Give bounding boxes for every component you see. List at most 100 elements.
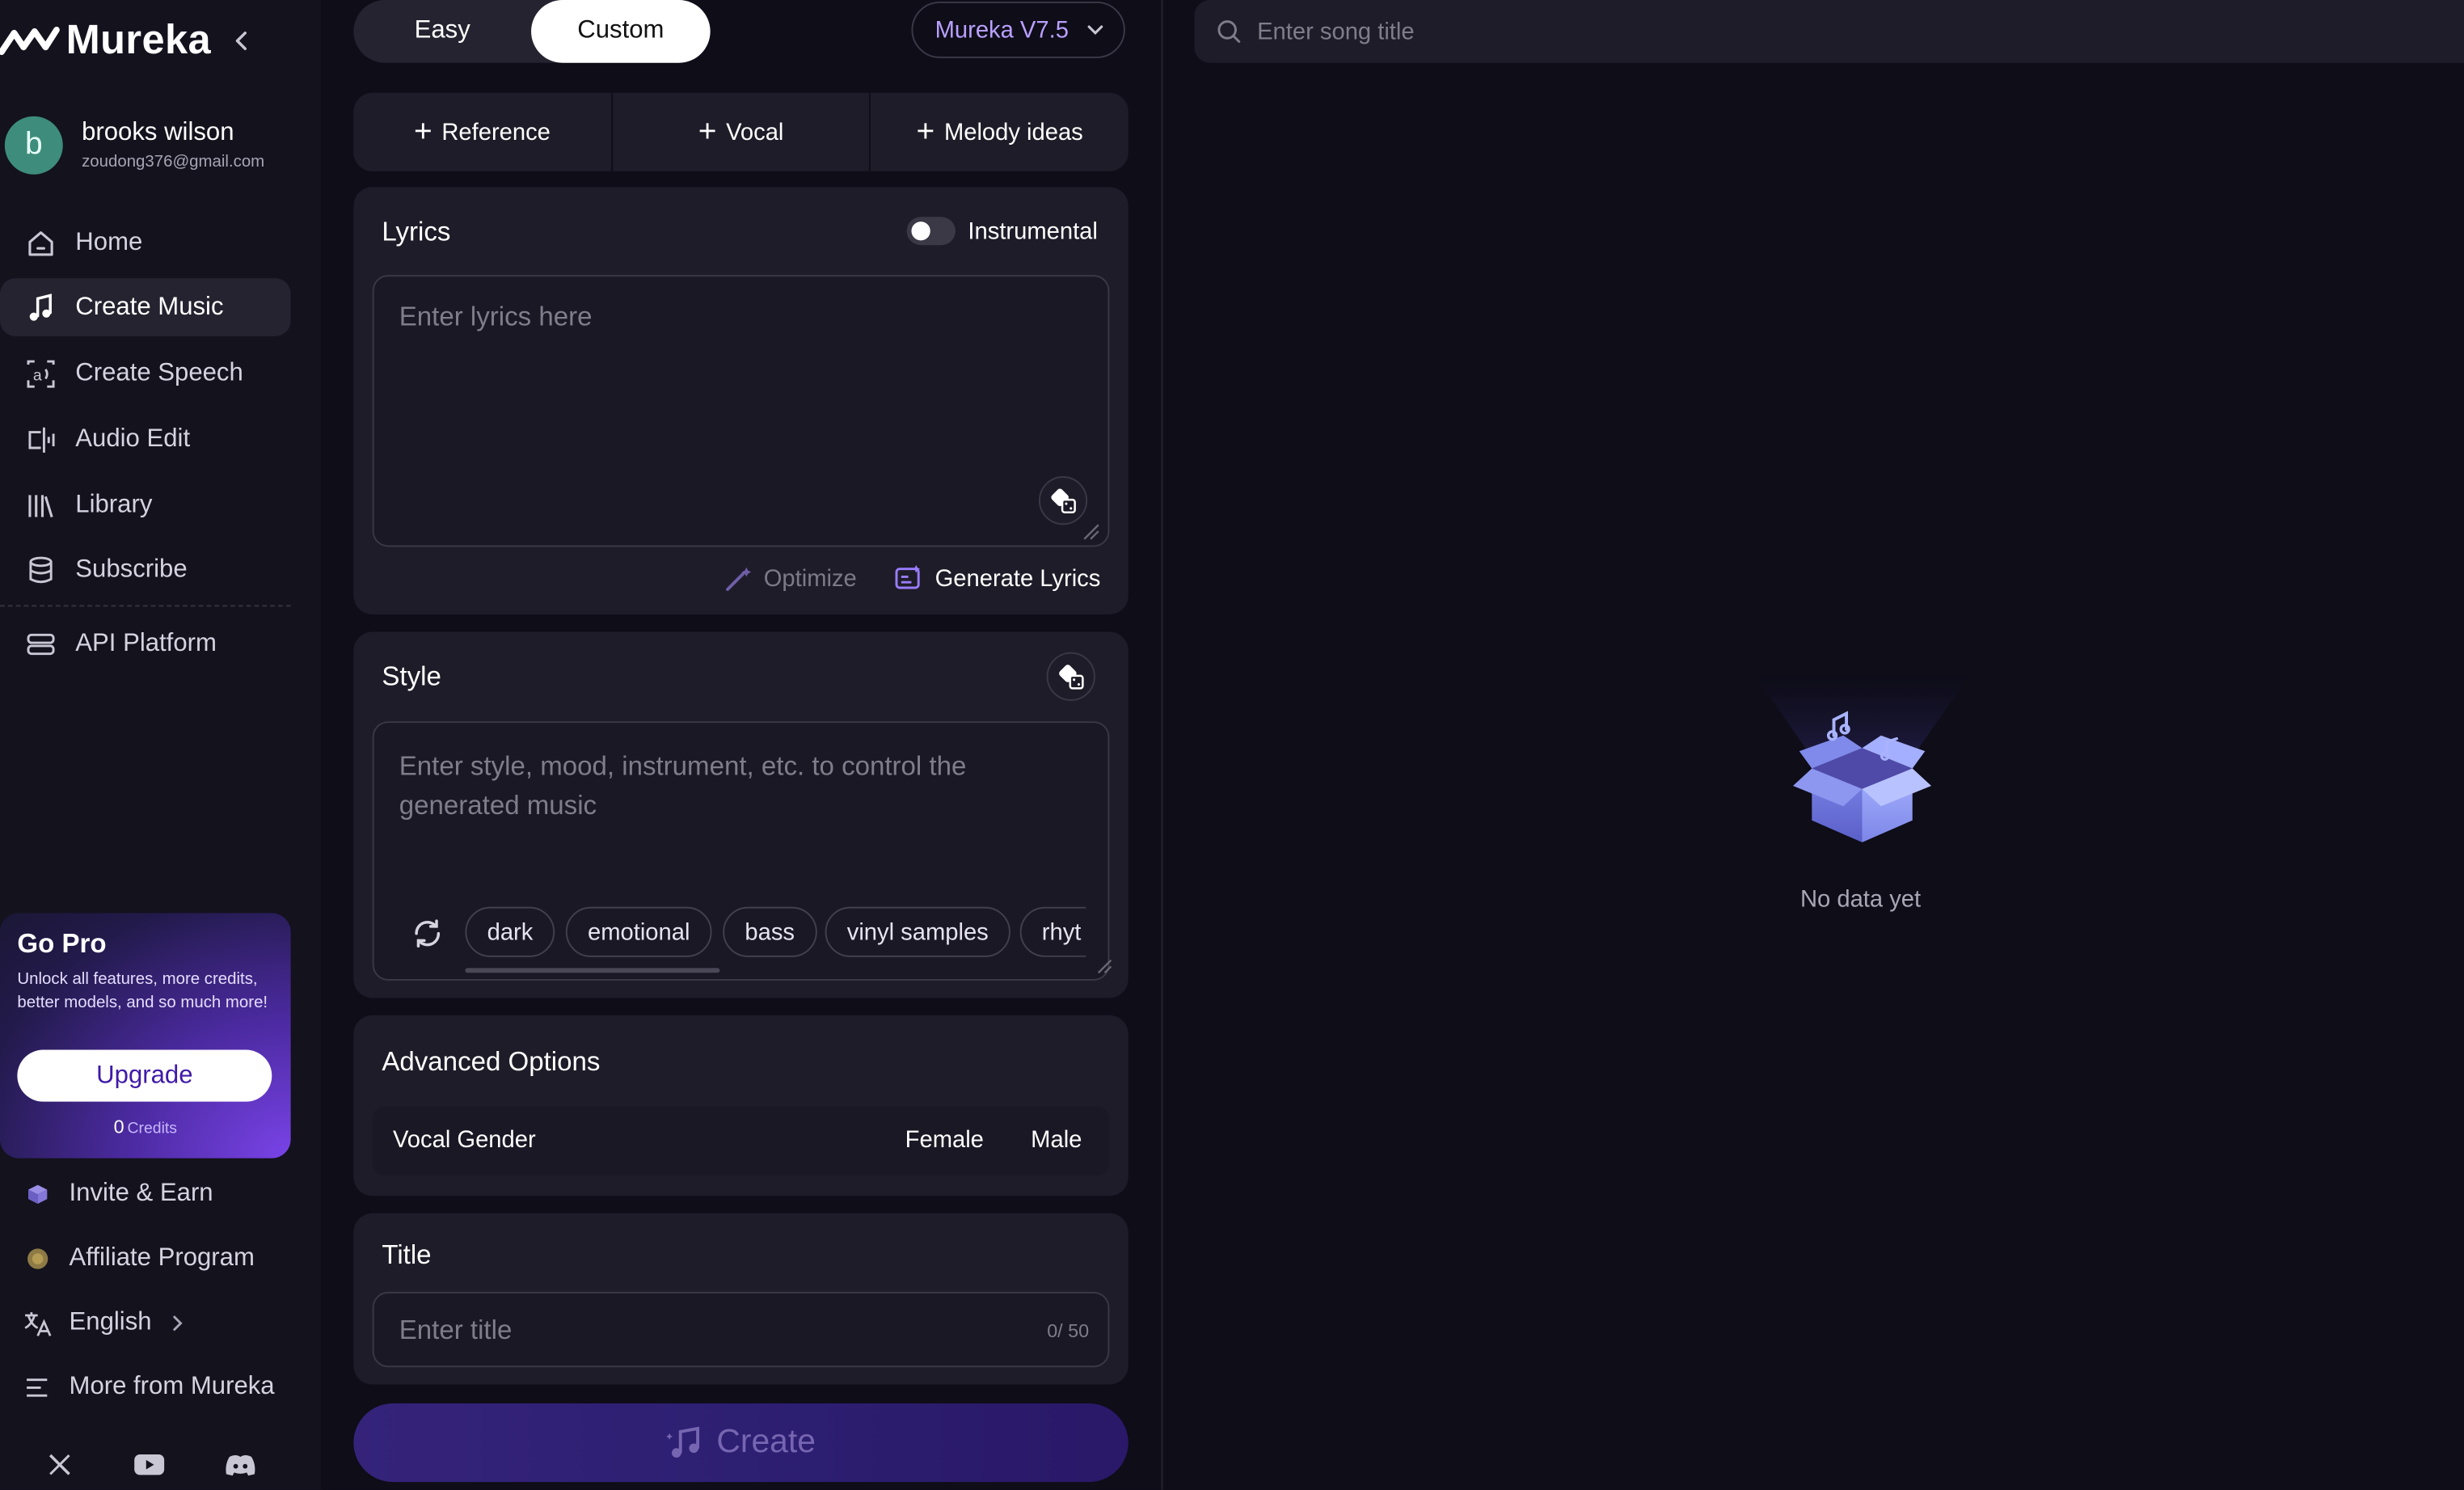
sidebar-item-api-platform[interactable]: API Platform	[0, 614, 291, 673]
database-icon	[23, 552, 58, 587]
server-icon	[23, 627, 58, 661]
sidebar-item-more-from-mureka[interactable]: More from Mureka	[0, 1362, 298, 1412]
empty-box-illustration-icon	[1755, 675, 1969, 842]
speech-icon: a	[23, 356, 58, 390]
create-panel: Easy Custom Mureka V7.5 + Reference + Voca…	[320, 0, 1163, 1490]
search-icon	[1217, 20, 1241, 43]
sidebar-item-affiliate[interactable]: Affiliate Program	[0, 1234, 298, 1284]
model-selector[interactable]: Mureka V7.5	[911, 1, 1125, 58]
add-vocal-button[interactable]: + Vocal	[612, 92, 871, 171]
empty-state-text: No data yet	[1799, 886, 1922, 914]
song-search-placeholder: Enter song title	[1257, 18, 1415, 45]
tag-scrollbar[interactable]	[465, 968, 720, 973]
sidebar-item-create-speech[interactable]: a Create Speech	[0, 344, 291, 403]
sidebar-item-label: API Platform	[75, 629, 217, 656]
style-tag-chip[interactable]: bass	[723, 906, 817, 957]
style-tag-chip[interactable]: rhyt	[1019, 906, 1086, 957]
credits-display: 0 Credits	[0, 1116, 291, 1138]
library-icon	[23, 488, 58, 523]
lyrics-input[interactable]: Enter lyrics here	[372, 275, 1110, 547]
add-melody-ideas-button[interactable]: + Melody ideas	[871, 93, 1129, 171]
go-pro-title: Go Pro	[17, 928, 107, 959]
x-icon[interactable]	[42, 1449, 77, 1480]
audio-edit-icon	[23, 422, 58, 457]
user-email: zoudong376@gmail.com	[82, 152, 265, 171]
style-tag-chip[interactable]: dark	[465, 906, 555, 957]
title-heading: Title	[382, 1239, 432, 1270]
lyrics-title: Lyrics	[382, 217, 451, 247]
chevron-left-icon	[235, 32, 247, 51]
library-panel: Enter song title No data yet	[1162, 0, 2464, 1490]
style-placeholder-line: Enter style, mood, instrument, etc. to c…	[399, 751, 967, 782]
sidebar-item-invite-earn[interactable]: Invite & Earn	[0, 1169, 298, 1219]
plus-icon: +	[413, 114, 432, 150]
plus-icon: +	[916, 114, 935, 150]
sidebar-item-label: Invite & Earn	[69, 1180, 213, 1207]
lyrics-placeholder: Enter lyrics here	[399, 302, 593, 332]
music-note-icon	[666, 1426, 699, 1458]
language-selector[interactable]: English	[0, 1298, 298, 1349]
svg-text:a: a	[33, 365, 42, 383]
collapse-sidebar-button[interactable]	[230, 28, 255, 53]
discord-icon[interactable]	[223, 1449, 258, 1480]
vocal-gender-row: Vocal Gender Female Male	[372, 1106, 1110, 1176]
style-tag-chip[interactable]: vinyl samples	[825, 906, 1010, 957]
vocal-gender-label: Vocal Gender	[392, 1126, 536, 1154]
style-tag-chip[interactable]: emotional	[565, 906, 712, 957]
sidebar-item-subscribe[interactable]: Subscribe	[0, 541, 291, 599]
plus-icon: +	[698, 114, 717, 150]
generate-lyrics-label: Generate Lyrics	[935, 564, 1101, 592]
youtube-icon[interactable]	[132, 1449, 167, 1480]
credits-label: Credits	[127, 1120, 178, 1138]
sidebar-item-library[interactable]: Library	[0, 476, 291, 534]
vocal-gender-female[interactable]: Female	[905, 1127, 984, 1154]
coin-icon	[23, 1245, 52, 1273]
vocal-gender-male[interactable]: Male	[1031, 1127, 1082, 1154]
song-search-input[interactable]: Enter song title	[1194, 0, 2464, 63]
mode-toggle: Easy Custom	[353, 0, 711, 63]
menu-icon	[23, 1374, 52, 1402]
generate-lyrics-button[interactable]: Generate Lyrics	[894, 564, 1100, 593]
home-icon	[23, 226, 58, 260]
go-pro-card: Go Pro Unlock all features, more credits…	[0, 913, 291, 1159]
brand-logo[interactable]: Mureka	[0, 15, 211, 64]
sidebar: Mureka b brooks wilson zoudong376@gmail.…	[0, 0, 323, 1490]
add-reference-button[interactable]: + Reference	[353, 92, 613, 171]
generate-lyrics-icon	[895, 564, 921, 589]
optimize-button[interactable]: Optimize	[724, 564, 857, 593]
add-melody-label: Melody ideas	[943, 118, 1083, 146]
tab-easy[interactable]: Easy	[353, 0, 531, 63]
go-pro-description: Unlock all features, more credits, bette…	[17, 969, 268, 1011]
create-button-label: Create	[716, 1424, 816, 1460]
refresh-tags-button[interactable]	[410, 916, 445, 951]
sidebar-item-home[interactable]: Home	[0, 213, 291, 272]
dice-icon	[1058, 664, 1083, 689]
translate-icon	[23, 1309, 52, 1337]
sidebar-item-create-music[interactable]: Create Music	[0, 278, 291, 336]
chip-clip: rhyt	[1019, 904, 1086, 960]
advanced-options-title: Advanced Options	[382, 1046, 601, 1077]
sidebar-divider	[0, 605, 291, 607]
resize-handle-icon[interactable]	[1097, 959, 1112, 974]
add-reference-label: Reference	[441, 118, 551, 146]
magic-wand-icon	[726, 567, 752, 591]
add-vocal-label: Vocal	[726, 118, 784, 146]
user-name: brooks wilson	[82, 119, 234, 146]
mureka-logo-icon	[0, 26, 60, 55]
style-placeholder: Enter style, mood, instrument, etc. to c…	[399, 746, 967, 825]
style-placeholder-line: generated music	[399, 790, 597, 821]
add-options-row: + Reference + Vocal + Melody ideas	[353, 92, 1129, 171]
model-selector-value: Mureka V7.5	[935, 16, 1069, 44]
tab-custom[interactable]: Custom	[531, 0, 711, 63]
create-button[interactable]: Create	[353, 1403, 1129, 1483]
sidebar-item-label: Subscribe	[75, 555, 188, 583]
title-input[interactable]: Enter title 0/ 50	[372, 1291, 1110, 1368]
upgrade-button[interactable]: Upgrade	[17, 1049, 272, 1102]
random-style-button[interactable]	[1046, 652, 1095, 701]
style-title: Style	[382, 661, 441, 692]
sidebar-item-audio-edit[interactable]: Audio Edit	[0, 410, 291, 468]
resize-handle-icon[interactable]	[1081, 521, 1099, 540]
random-lyrics-button[interactable]	[1038, 475, 1088, 526]
avatar[interactable]: b	[4, 116, 63, 175]
instrumental-toggle[interactable]	[906, 217, 956, 246]
